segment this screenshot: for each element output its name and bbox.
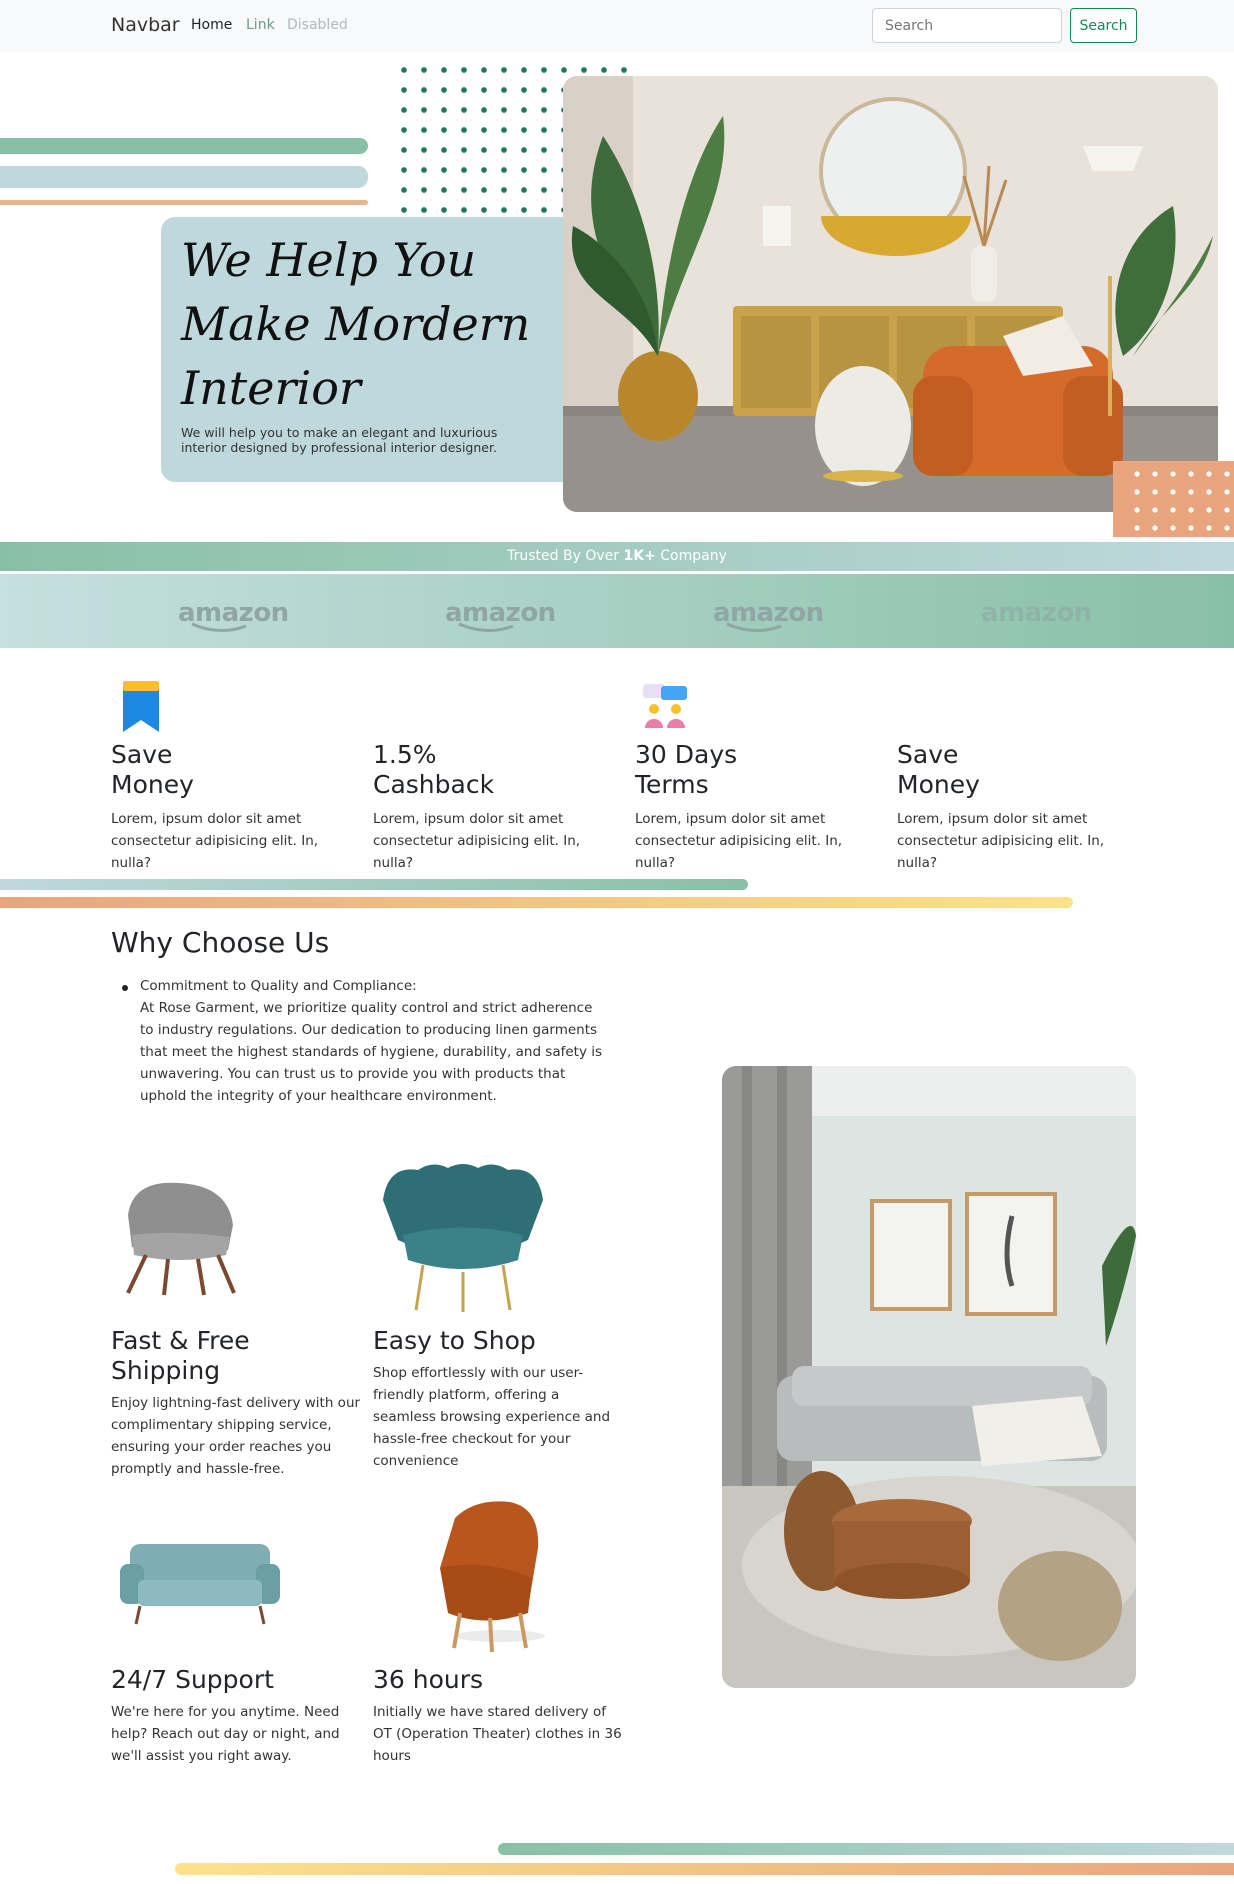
trusted-prefix: Trusted By Over (507, 548, 624, 564)
feature-title: 1.5% Cashback (373, 740, 623, 800)
feature-title-line: Money (897, 770, 980, 799)
hero-title-line: We Help You (181, 233, 477, 287)
card-title: 24/7 Support (111, 1665, 274, 1694)
feature-text: Lorem, ipsum dolor sit amet consectetur … (373, 811, 581, 871)
decor-stripe-green (0, 138, 368, 154)
grey-armchair-image (126, 1182, 236, 1296)
nav-link-disabled: Disabled (287, 17, 348, 33)
feature-save-money: Save Money Lorem, ipsum dolor sit amet co… (111, 678, 361, 874)
feature-title-line: Save (897, 740, 959, 769)
decor-stripe-blue (0, 166, 368, 188)
card-title: Easy to Shop (373, 1326, 536, 1355)
amazon-logo: amazon (981, 598, 1092, 628)
orange-armchair-image (440, 1501, 545, 1653)
feature-title-line: Terms (635, 770, 709, 799)
nav-link-home[interactable]: Home (191, 17, 232, 33)
bullet-icon (122, 985, 128, 991)
decor-divider-green (0, 879, 748, 890)
blue-sofa-image (120, 1544, 280, 1625)
feature-title-line: Money (111, 770, 194, 799)
hero-interior-image (563, 76, 1218, 512)
feature-text: Lorem, ipsum dolor sit amet consectetur … (897, 811, 1105, 871)
card-36-hours: 36 hours Initially we have stared delive… (373, 1665, 623, 1767)
trusted-text: Trusted By Over 1K+ Company (0, 548, 1234, 564)
feature-cashback: 1.5% Cashback Lorem, ipsum dolor sit amet… (373, 678, 623, 874)
decor-stripe-orange (0, 200, 368, 205)
feature-title-line: 30 Days (635, 740, 738, 769)
card-title: Fast & Free Shipping (111, 1326, 250, 1385)
feature-text: Lorem, ipsum dolor sit amet consectetur … (635, 811, 843, 871)
feature-title-line: 1.5% (373, 740, 437, 769)
decor-divider-orange (0, 897, 1073, 908)
teal-scallop-chair-image (383, 1164, 543, 1312)
feature-title-line: Cashback (373, 770, 495, 799)
hero-title-line: Interior (181, 361, 361, 415)
decor-bottom-stripe-yellow (175, 1863, 1234, 1875)
trusted-count: 1K+ (623, 548, 656, 564)
amazon-smile-icon (191, 622, 247, 632)
hero-title: We Help You Make Mordern Interior (181, 228, 561, 420)
feature-save-money-2: Save Money Lorem, ipsum dolor sit amet co… (897, 678, 1147, 874)
card-text: We're here for you anytime. Need help? R… (111, 1704, 340, 1764)
feature-title: Save Money (111, 740, 361, 800)
amazon-smile-icon (726, 622, 782, 632)
feature-terms: 30 Days Terms Lorem, ipsum dolor sit amet… (635, 678, 885, 874)
card-text: Shop effortlessly with our user-friendly… (373, 1365, 611, 1469)
hero-subtitle: We will help you to make an elegant and … (181, 425, 521, 455)
decor-white-dots (1128, 465, 1234, 533)
card-support: 24/7 Support We're here for you anytime.… (111, 1665, 361, 1767)
hero-subtitle-line: We will help you to make an elegant and … (181, 425, 498, 440)
decor-bottom-stripe-green (498, 1843, 1234, 1855)
amazon-smile-icon (458, 622, 514, 632)
feature-text: Lorem, ipsum dolor sit amet consectetur … (111, 811, 319, 871)
card-title: 36 hours (373, 1665, 484, 1694)
card-text: Initially we have stared delivery of OT … (373, 1704, 622, 1764)
search-button[interactable]: Search (1070, 8, 1137, 43)
feature-title: Save Money (897, 740, 1147, 800)
hero-title-line: Make Mordern (181, 297, 531, 351)
why-title: Why Choose Us (111, 926, 330, 959)
why-item-text: At Rose Garment, we prioritize quality c… (140, 1000, 603, 1104)
search-input[interactable] (872, 8, 1062, 43)
feature-title: 30 Days Terms (635, 740, 885, 800)
card-text: Enjoy lightning-fast delivery with our c… (111, 1395, 361, 1477)
why-item-heading: Commitment to Quality and Compliance: (140, 978, 417, 994)
navbar-brand[interactable]: Navbar (111, 14, 180, 36)
card-fast-shipping: Fast & Free Shipping Enjoy lightning-fas… (111, 1326, 361, 1480)
nav-link-link[interactable]: Link (246, 17, 275, 33)
trusted-suffix: Company (655, 548, 727, 564)
card-easy-to-shop: Easy to Shop Shop effortlessly with our … (373, 1326, 623, 1472)
why-list-item: Commitment to Quality and Compliance: At… (140, 975, 610, 1107)
hero-subtitle-line: interior designed by professional interi… (181, 440, 497, 455)
feature-title-line: Save (111, 740, 173, 769)
living-room-image (722, 1066, 1136, 1688)
